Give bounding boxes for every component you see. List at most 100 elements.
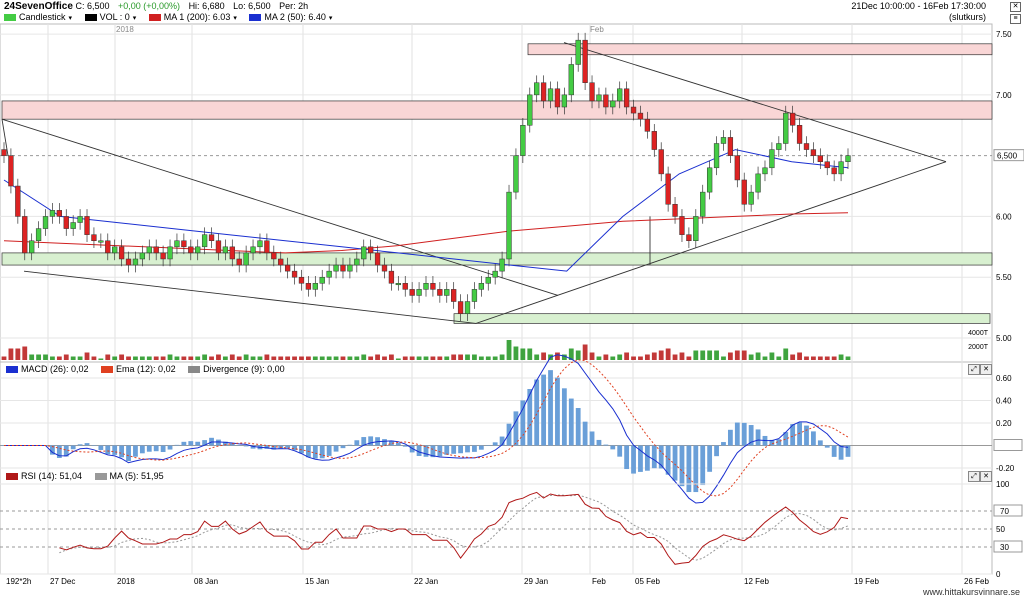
- candle: [139, 252, 146, 260]
- divergence-bar: [181, 441, 187, 446]
- divergence-bar: [575, 408, 581, 446]
- candle: [105, 240, 111, 254]
- divergence-bar: [811, 431, 816, 446]
- volume-bar: [133, 356, 138, 360]
- candle: [437, 289, 443, 296]
- divergence-bar: [437, 445, 443, 457]
- x-axis-label: 05 Feb: [635, 577, 660, 586]
- volume-bar: [672, 354, 678, 360]
- candle: [762, 167, 768, 175]
- divergence-bar: [395, 443, 401, 446]
- trend-line: [23, 270, 477, 324]
- divergence-bar: [478, 445, 484, 450]
- candle: [575, 39, 581, 65]
- candle: [374, 252, 381, 266]
- x-axis-label: 2018: [117, 577, 135, 586]
- candle: [471, 289, 478, 302]
- volume-bar: [236, 356, 242, 360]
- divergence-bar: [700, 445, 706, 486]
- divergence-bar: [195, 441, 201, 446]
- divergence-bar: [824, 445, 830, 448]
- volume-bar: [326, 356, 332, 360]
- volume-bar: [817, 356, 823, 360]
- volume-bar: [105, 354, 111, 360]
- volume-bar: [679, 352, 685, 360]
- volume-bar: [416, 356, 422, 360]
- volume-bar: [824, 356, 830, 360]
- candle: [305, 283, 312, 290]
- divergence-bar: [631, 445, 636, 474]
- divergence-bar: [679, 445, 685, 487]
- divergence-bar: [617, 445, 623, 457]
- candle: [700, 191, 706, 217]
- candle: [132, 258, 139, 266]
- divergence-bar: [243, 445, 249, 447]
- volume-bar: [312, 356, 318, 360]
- volume-bar: [250, 356, 256, 360]
- legend-label: MA (5): 51,95: [109, 471, 164, 481]
- divergence-bar: [797, 422, 802, 446]
- legend-label: MACD (26): 0,02: [21, 364, 89, 374]
- candle: [271, 252, 277, 260]
- volume-bar: [762, 356, 768, 360]
- legend-label: RSI (14): 51,04: [21, 471, 83, 481]
- volume-tick-label: 2000T: [968, 344, 989, 351]
- x-axis-label: 19 Feb: [854, 577, 879, 586]
- divergence-bar: [160, 445, 166, 453]
- candle: [423, 283, 429, 290]
- candle: [478, 283, 484, 290]
- volume-bar: [714, 350, 719, 360]
- volume-bar: [146, 356, 152, 360]
- rsi-zoom-icon[interactable]: ⤢: [968, 471, 980, 482]
- candle: [651, 131, 657, 150]
- candle: [561, 94, 568, 108]
- volume-bar: [492, 356, 498, 360]
- macd-zero-box: [993, 439, 1023, 451]
- volume-bar: [56, 356, 62, 360]
- macd-zoom-icon[interactable]: ⤢: [968, 364, 980, 375]
- candle: [160, 252, 166, 260]
- rsi-close-icon[interactable]: ✕: [980, 471, 992, 482]
- volume-bar: [126, 356, 131, 360]
- divergence-bar: [513, 411, 519, 446]
- candle: [596, 94, 602, 102]
- volume-bar: [644, 354, 650, 360]
- divergence-bar: [707, 445, 713, 472]
- chart-canvas[interactable]: 192*2h 27 Dec 2018 08 Jan 15 Jan 22 Jan 29 Jan…: [0, 0, 1024, 599]
- candle: [215, 240, 222, 254]
- candle: [665, 173, 671, 205]
- candle: [208, 234, 215, 241]
- candle: [748, 191, 754, 205]
- volume-bar: [209, 356, 214, 360]
- volume-bar: [555, 352, 560, 360]
- divergence-bar: [126, 445, 131, 462]
- candle: [167, 246, 173, 260]
- candle: [803, 143, 810, 150]
- volume-bar: [458, 354, 463, 360]
- x-axis-label: Feb: [592, 577, 606, 586]
- candle: [222, 246, 229, 254]
- legend-divergence: Divergence (9): 0,00: [188, 364, 285, 374]
- candle: [755, 173, 761, 193]
- volume-bar: [409, 356, 415, 360]
- macd-close-icon[interactable]: ✕: [980, 364, 992, 375]
- divergence-bar: [146, 445, 152, 452]
- volume-bar: [686, 356, 692, 360]
- volume-bar: [112, 356, 118, 360]
- volume-bar: [119, 354, 125, 360]
- divergence-bar: [105, 445, 111, 455]
- divergence-bar: [734, 422, 740, 446]
- candle: [402, 283, 408, 290]
- candle: [22, 216, 28, 254]
- divergence-bar: [326, 445, 332, 456]
- candle: [347, 264, 353, 272]
- volume-bar: [15, 348, 21, 360]
- volume-bar: [811, 356, 816, 360]
- volume-bar: [831, 356, 837, 360]
- volume-bar: [347, 356, 353, 360]
- website-watermark: www.hittakursvinnare.se: [922, 587, 1020, 597]
- divergence-bar: [285, 445, 291, 448]
- volume-bar: [721, 356, 726, 360]
- volume-bar: [472, 354, 477, 360]
- macd-tick-label: -0.20: [996, 464, 1015, 473]
